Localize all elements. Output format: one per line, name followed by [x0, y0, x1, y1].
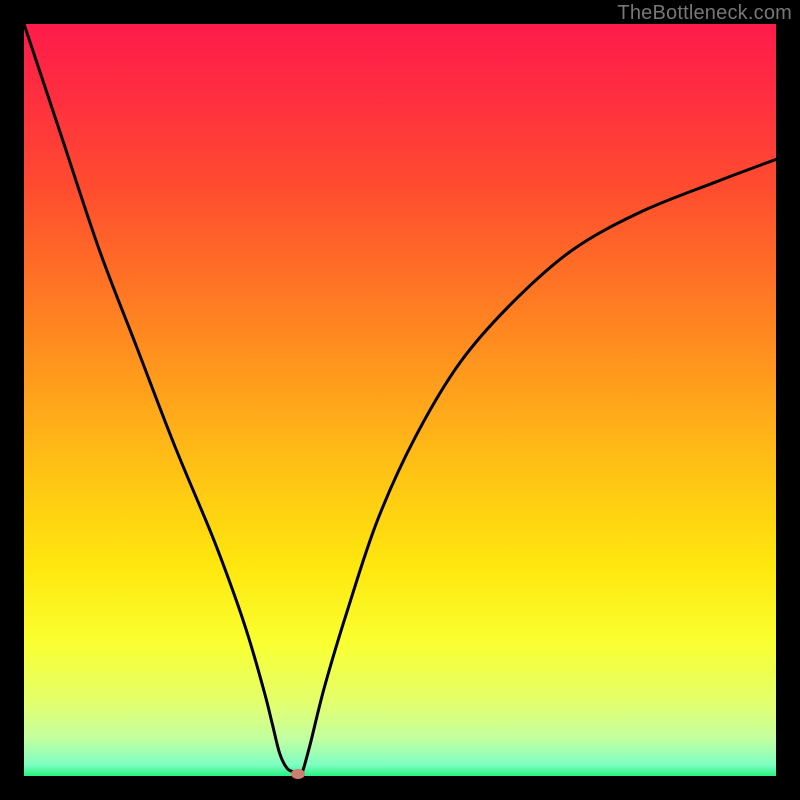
- watermark-text: TheBottleneck.com: [617, 2, 792, 25]
- optimum-marker: [291, 769, 305, 779]
- chart-frame: TheBottleneck.com: [0, 0, 800, 800]
- gradient-background: [24, 24, 776, 776]
- plot-area: [24, 24, 776, 776]
- bottleneck-curve: [24, 24, 776, 776]
